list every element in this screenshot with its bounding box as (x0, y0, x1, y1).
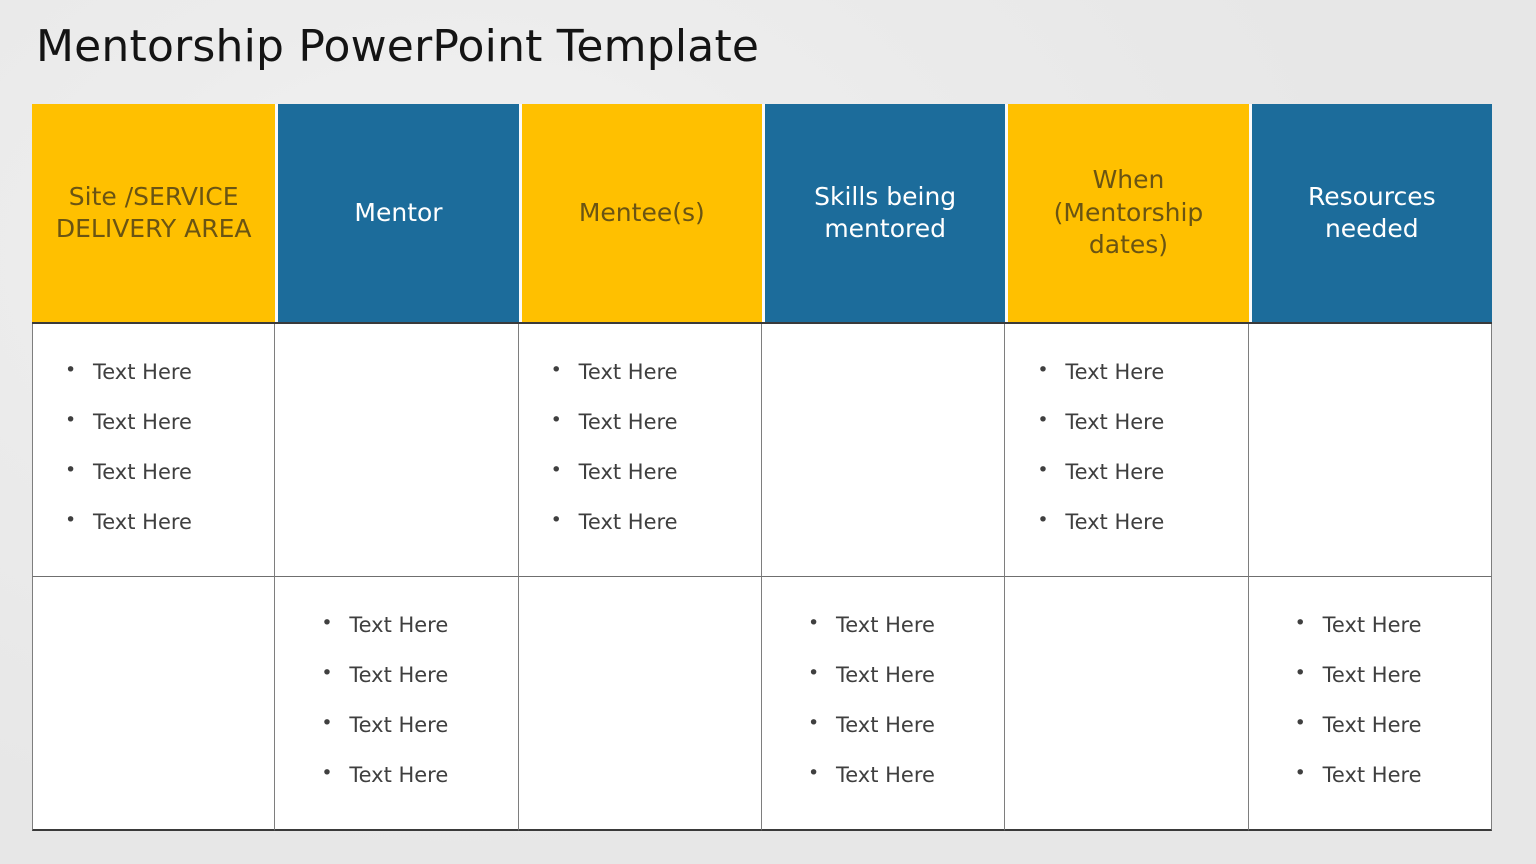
bullet-list: Text Here Text Here Text Here Text Here (790, 614, 992, 786)
table-cell[interactable] (1248, 324, 1492, 577)
cell-content: Text Here Text Here Text Here Text Here (275, 577, 517, 829)
page-title: Mentorship PowerPoint Template (36, 21, 760, 72)
table-header-row: Site /SERVICE DELIVERY AREA Mentor Mente… (32, 104, 1492, 324)
column-header-skills-being-mentored[interactable]: Skills being mentored (761, 104, 1006, 324)
cell-content (762, 324, 1004, 576)
table-cell[interactable] (32, 577, 276, 831)
cell-content: Text Here Text Here Text Here Text Here (1249, 577, 1491, 829)
bullet-item: Text Here (303, 764, 505, 786)
table-cell[interactable]: Text Here Text Here Text Here Text Here (275, 577, 519, 831)
cell-content: Text Here Text Here Text Here Text Here (33, 324, 274, 576)
column-header-resources-needed[interactable]: Resources needed (1248, 104, 1492, 324)
mentorship-table: Site /SERVICE DELIVERY AREA Mentor Mente… (32, 104, 1492, 831)
bullet-item: Text Here (303, 714, 505, 736)
table-cell[interactable] (1005, 577, 1249, 831)
slide-canvas: Mentorship PowerPoint Template Site /SER… (0, 0, 1536, 864)
bullet-list: Text Here Text Here Text Here Text Here (47, 361, 262, 533)
bullet-item: Text Here (533, 411, 749, 433)
bullet-item: Text Here (1277, 614, 1479, 636)
bullet-item: Text Here (533, 361, 749, 383)
table-header: Site /SERVICE DELIVERY AREA Mentor Mente… (32, 104, 1492, 324)
table-cell[interactable] (518, 577, 762, 831)
bullet-item: Text Here (790, 664, 992, 686)
bullet-item: Text Here (1277, 714, 1479, 736)
bullet-list: Text Here Text Here Text Here Text Here (1019, 361, 1235, 533)
bullet-item: Text Here (303, 664, 505, 686)
table-cell[interactable] (761, 324, 1006, 577)
bullet-item: Text Here (790, 614, 992, 636)
bullet-item: Text Here (1277, 664, 1479, 686)
bullet-list: Text Here Text Here Text Here Text Here (1277, 614, 1479, 786)
bullet-item: Text Here (533, 511, 749, 533)
bullet-item: Text Here (1277, 764, 1479, 786)
column-header-mentees[interactable]: Mentee(s) (518, 104, 762, 324)
bullet-item: Text Here (790, 714, 992, 736)
cell-content (1005, 577, 1247, 829)
bullet-item: Text Here (1019, 511, 1235, 533)
bullet-item: Text Here (47, 411, 262, 433)
bullet-item: Text Here (533, 461, 749, 483)
cell-content (33, 577, 274, 829)
table-cell[interactable]: Text Here Text Here Text Here Text Here (32, 324, 276, 577)
column-header-site-service-delivery-area[interactable]: Site /SERVICE DELIVERY AREA (32, 104, 276, 324)
table-cell[interactable] (275, 324, 519, 577)
bullet-list: Text Here Text Here Text Here Text Here (303, 614, 505, 786)
table-cell[interactable]: Text Here Text Here Text Here Text Here (518, 324, 762, 577)
column-header-label: Skills being mentored (761, 104, 1006, 322)
column-header-label: When (Mentorship dates) (1005, 104, 1249, 322)
column-header-label: Resources needed (1248, 104, 1492, 322)
bullet-item: Text Here (47, 361, 262, 383)
table-cell[interactable]: Text Here Text Here Text Here Text Here (1005, 324, 1249, 577)
bullet-item: Text Here (1019, 411, 1235, 433)
bullet-item: Text Here (47, 461, 262, 483)
table-row: Text Here Text Here Text Here Text Here Tex… (32, 324, 1492, 577)
bullet-item: Text Here (1019, 461, 1235, 483)
bullet-item: Text Here (47, 511, 262, 533)
table-row: Text Here Text Here Text Here Text Here Tex… (32, 577, 1492, 831)
cell-content: Text Here Text Here Text Here Text Here (519, 324, 761, 576)
column-header-label: Mentor (275, 104, 519, 322)
table-cell[interactable]: Text Here Text Here Text Here Text Here (1248, 577, 1492, 831)
cell-content (275, 324, 517, 576)
cell-content (1249, 324, 1491, 576)
bullet-item: Text Here (790, 764, 992, 786)
column-header-label: Mentee(s) (518, 104, 762, 322)
table-cell[interactable]: Text Here Text Here Text Here Text Here (761, 577, 1006, 831)
column-header-mentor[interactable]: Mentor (275, 104, 519, 324)
cell-content: Text Here Text Here Text Here Text Here (1005, 324, 1247, 576)
table-body: Text Here Text Here Text Here Text Here Tex… (32, 324, 1492, 831)
cell-content: Text Here Text Here Text Here Text Here (762, 577, 1004, 829)
bullet-list: Text Here Text Here Text Here Text Here (533, 361, 749, 533)
column-header-when-mentorship-dates[interactable]: When (Mentorship dates) (1005, 104, 1249, 324)
bullet-item: Text Here (303, 614, 505, 636)
column-header-label: Site /SERVICE DELIVERY AREA (32, 104, 276, 322)
bullet-item: Text Here (1019, 361, 1235, 383)
cell-content (519, 577, 761, 829)
